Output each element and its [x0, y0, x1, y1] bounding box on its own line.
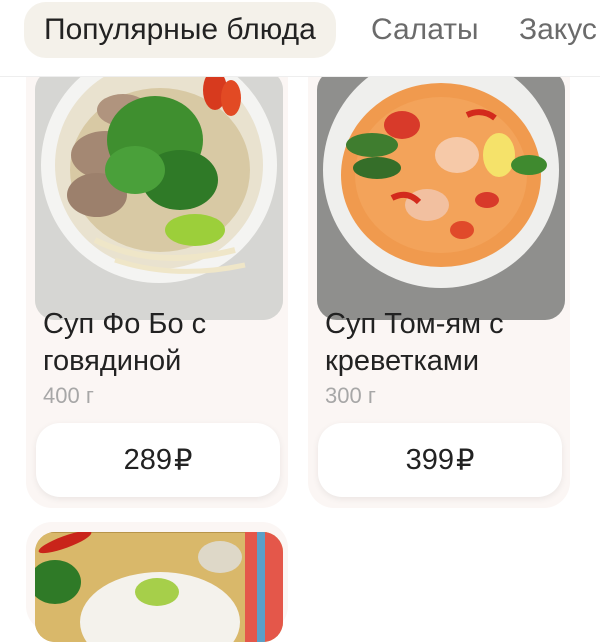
dish-photo-partial[interactable] — [35, 532, 283, 642]
product-weight: 400 г — [43, 383, 94, 408]
product-name-line2: говядиной — [43, 345, 182, 377]
add-to-cart-price-button[interactable]: 289 ₽ — [36, 423, 280, 497]
price-value: 399 — [405, 443, 454, 476]
pho-bo-soup-photo[interactable] — [35, 70, 283, 320]
tab-popular-dishes[interactable]: Популярные блюда — [24, 2, 336, 58]
category-tabs: Популярные блюда Салаты Закус — [0, 0, 600, 77]
product-card-partial[interactable] — [26, 522, 288, 642]
product-weight: 300 г — [325, 383, 376, 408]
product-name: Суп Фо Бо с говядиной — [43, 306, 279, 380]
product-name-line2: креветками — [325, 345, 480, 377]
tab-salads[interactable]: Салаты — [371, 2, 479, 58]
tom-yum-soup-photo[interactable] — [317, 70, 565, 320]
ruble-sign: ₽ — [455, 444, 475, 477]
product-card-pho-bo[interactable]: Суп Фо Бо с говядиной 400 г 289 ₽ — [26, 40, 288, 508]
product-name: Суп Том-ям с креветками — [325, 306, 561, 380]
product-card-tom-yum[interactable]: Суп Том-ям с креветками 300 г 399 ₽ — [308, 40, 570, 508]
price-value: 289 — [123, 443, 172, 476]
add-to-cart-price-button[interactable]: 399 ₽ — [318, 423, 562, 497]
tab-appetizers[interactable]: Закус — [519, 2, 597, 58]
product-name-line1: Суп Фо Бо с — [43, 308, 207, 340]
product-name-line1: Суп Том-ям с — [325, 308, 504, 340]
ruble-sign: ₽ — [173, 444, 193, 477]
